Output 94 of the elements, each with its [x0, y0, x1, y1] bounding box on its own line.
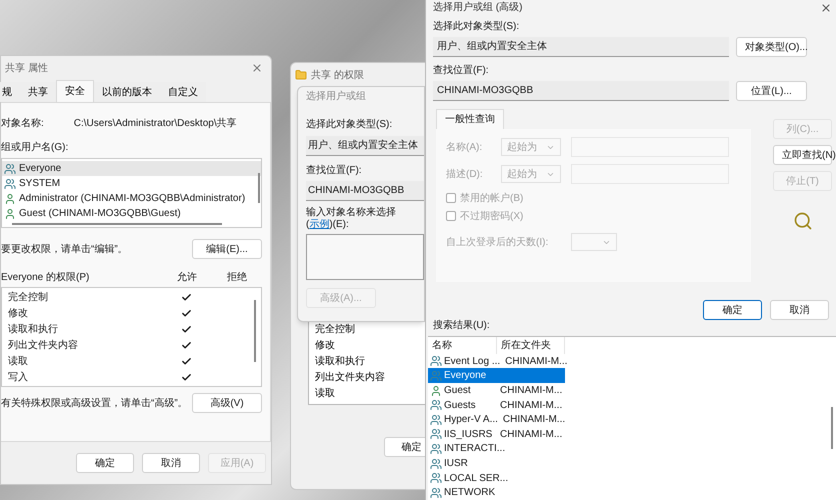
permission-name: 读取: [315, 386, 335, 401]
field-label: 描述(D):: [446, 168, 484, 182]
days-select[interactable]: [571, 233, 617, 252]
ok-button[interactable]: 确定: [703, 300, 762, 320]
field-label: 自上次登录后的天数(I):: [446, 236, 550, 250]
object-types-button[interactable]: 对象类型(O)...: [736, 37, 807, 58]
group-icon: [430, 370, 442, 382]
hint-text: 有关特殊权限或高级设置，请单击“高级”。: [1, 396, 188, 410]
cancel-button[interactable]: 取消: [770, 300, 829, 320]
window-title: 选择用户或组 (高级): [433, 0, 522, 16]
field-label: 名称(A):: [446, 140, 484, 155]
object-type-field: 用户、组或内置安全主体: [306, 136, 424, 156]
group-icon: [4, 162, 16, 174]
window-title: 共享 的权限: [311, 68, 364, 82]
user-icon: [4, 208, 16, 220]
location-field: CHINAMI-MO3GQBB: [433, 81, 729, 102]
result-folder: CHINAMI-M...: [499, 384, 562, 398]
list-item[interactable]: SYSTEM: [2, 176, 261, 191]
column-header: 拒绝: [226, 270, 248, 285]
column-header[interactable]: 名称: [428, 337, 497, 354]
result-name[interactable]: Guest: [428, 383, 497, 398]
scrollbar[interactable]: [254, 300, 256, 362]
result-name[interactable]: Guests: [428, 398, 497, 413]
field-label: 查找位置(F):: [433, 64, 489, 78]
group-icon: [430, 399, 442, 412]
close-icon[interactable]: [820, 2, 832, 14]
permission-name: 列出文件夹内容: [315, 370, 385, 385]
list-item[interactable]: Administrator (CHINAMI-MO3GQBB\Administrator): [2, 191, 261, 206]
group-icon: [430, 458, 442, 470]
field-label: 搜索结果(U):: [433, 318, 490, 334]
names-input[interactable]: [306, 234, 424, 280]
permission-name: 完全控制: [315, 322, 355, 337]
field-label: 对象名称:: [1, 116, 44, 130]
dialog-button[interactable]: 取消: [142, 453, 200, 473]
locations-button[interactable]: 位置(L)...: [736, 81, 807, 102]
field-label: 组或用户名(G):: [1, 140, 68, 155]
checkbox[interactable]: [446, 211, 456, 222]
permission-name: 列出文件夹内容: [8, 338, 79, 352]
field-label: 查找位置(F):: [306, 164, 362, 178]
result-name[interactable]: Event Log ...: [428, 354, 502, 369]
column-header: 允许: [176, 270, 198, 285]
close-icon[interactable]: [251, 62, 263, 74]
example-link[interactable]: 示例: [309, 219, 330, 230]
result-folder: CHINAMI-M...: [499, 398, 562, 413]
permission-name: 读取: [8, 354, 29, 368]
permission-name: 写入: [8, 370, 29, 384]
group-icon: [430, 486, 442, 499]
folder-icon: [295, 69, 307, 81]
field-label: 选择此对象类型(S):: [433, 20, 520, 34]
user-icon: [4, 192, 16, 204]
window-title: 共享 属性: [5, 62, 48, 76]
result-folder: CHINAMI-M...: [504, 354, 568, 369]
result-name[interactable]: IUSR: [428, 456, 497, 472]
scrollbar[interactable]: [831, 407, 833, 450]
group-icon: [430, 442, 442, 455]
object-path: C:\Users\Administrator\Desktop\共享: [74, 116, 237, 130]
result-name[interactable]: LOCAL SER...: [428, 470, 510, 486]
tab[interactable]: 一般性查询: [436, 109, 504, 130]
group-icon: [4, 178, 16, 190]
group-icon: [430, 355, 442, 368]
group-icon: [430, 472, 442, 484]
permission-name: 完全控制: [8, 290, 49, 304]
result-folder: CHINAMI-M...: [502, 413, 566, 428]
checkbox[interactable]: [446, 193, 456, 204]
result-name[interactable]: Everyone: [428, 368, 565, 384]
search-icon: [793, 211, 813, 232]
permission-name: 读取和执行: [315, 354, 365, 369]
result-name[interactable]: NETWORK: [428, 485, 498, 500]
group-icon: [430, 414, 442, 426]
object-type-field: 用户、组或内置安全主体: [433, 37, 729, 58]
field-label: 输入对象名称来选择(示例)(E):: [306, 207, 397, 231]
list-item[interactable]: Guest (CHINAMI-MO3GQBB\Guest): [2, 206, 261, 221]
field-label: 选择此对象类型(S):: [306, 118, 392, 132]
advanced-button[interactable]: 高级(V): [192, 393, 262, 413]
permission-name: 读取和执行: [8, 322, 59, 336]
result-folder: CHINAMI-M...: [499, 428, 562, 442]
scrollbar[interactable]: [12, 223, 222, 225]
scrollbar[interactable]: [258, 173, 260, 203]
column-header[interactable]: 所在文件夹: [497, 337, 565, 354]
list-item[interactable]: Everyone: [2, 161, 261, 176]
location-field: CHINAMI-MO3GQBB: [306, 181, 424, 201]
dialog-button[interactable]: 确定: [76, 453, 134, 473]
hint-text: 要更改权限，请单击“编辑”。: [1, 242, 128, 256]
tab[interactable]: 安全: [56, 80, 94, 102]
permission-name: 修改: [315, 339, 335, 353]
window-title: 选择用户或组: [306, 90, 366, 104]
user-icon: [430, 384, 442, 397]
checkbox-label: 禁用的帐户(B): [460, 192, 524, 206]
edit-button[interactable]: 编辑(E)...: [192, 239, 262, 259]
field-label: Everyone 的权限(P): [1, 270, 90, 285]
permission-name: 修改: [8, 306, 29, 320]
group-icon: [430, 428, 442, 440]
result-name[interactable]: Hyper-V A...: [428, 412, 500, 428]
checkbox-label: 不过期密码(X): [460, 210, 524, 224]
